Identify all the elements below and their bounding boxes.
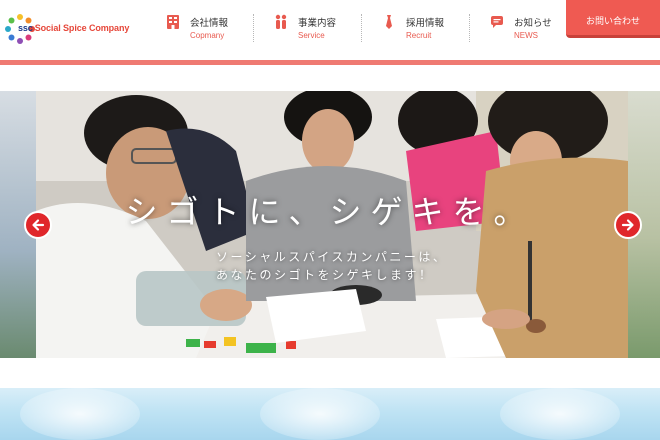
hero-subtitle-line2: あなたのシゴトをシゲキします！	[216, 268, 434, 282]
nav-divider	[253, 14, 254, 42]
site-header: ssc Social Spice Company 会社情報 Copmany 事業内…	[0, 0, 660, 60]
section-spacer	[0, 358, 660, 388]
nav-label-recruit: 採用情報	[406, 18, 445, 29]
slider-prev-button[interactable]	[24, 211, 52, 239]
nav-item-recruit[interactable]: 採用情報 Recruit	[368, 0, 474, 60]
nav-sublabel-news: NEWS	[514, 31, 538, 40]
nav-item-company[interactable]: 会社情報 Copmany	[152, 0, 258, 60]
contact-button-label: お問い合わせ	[585, 17, 640, 27]
hero-subtitle-line1: ソーシャルスパイスカンパニーは、	[216, 250, 448, 264]
contact-button[interactable]: お問い合わせ	[566, 0, 660, 38]
nav-divider	[469, 14, 470, 42]
people-icon	[275, 14, 287, 29]
arrow-right-icon	[621, 219, 634, 231]
logo[interactable]: ssc Social Spice Company	[4, 11, 134, 47]
banner-highlight	[500, 388, 620, 440]
header-divider	[0, 60, 660, 65]
necktie-icon	[386, 15, 392, 29]
nav-sublabel-company: Copmany	[190, 31, 225, 40]
chat-bubble-icon	[491, 16, 503, 28]
banner-highlight	[20, 388, 140, 440]
banner-highlight	[260, 388, 380, 440]
nav-label-service: 事業内容	[298, 18, 337, 29]
blue-banner-section	[0, 388, 660, 440]
hero-title: シゴトに、シゲキを。	[125, 193, 535, 231]
nav-label-news: お知らせ	[514, 18, 552, 29]
nav-item-service[interactable]: 事業内容 Service	[260, 0, 366, 60]
hero-slider: シゴトに、シゲキを。 ソーシャルスパイスカンパニーは、 あなたのシゴトをシゲキし…	[0, 91, 660, 358]
logo-name: Social Spice Company	[34, 23, 130, 33]
nav-divider	[361, 14, 362, 42]
nav-sublabel-service: Service	[298, 31, 325, 40]
slider-next-button[interactable]	[614, 211, 642, 239]
logo-mark: ssc	[18, 23, 33, 33]
logo-text: ssc Social Spice Company	[18, 23, 129, 33]
nav-label-company: 会社情報	[190, 18, 229, 29]
building-icon	[167, 15, 179, 29]
nav-sublabel-recruit: Recruit	[406, 31, 432, 40]
arrow-left-icon	[32, 219, 45, 231]
